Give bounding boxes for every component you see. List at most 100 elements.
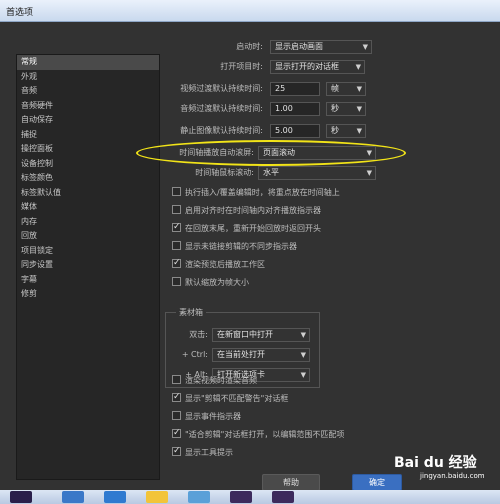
sidebar-item-memory[interactable]: 内存 [17,215,159,230]
bins-ctrl-select[interactable]: 在当前处打开 ▼ [212,348,310,362]
checkbox-show-tooltips[interactable]: 显示工具提示 [172,445,233,459]
startup-select[interactable]: 显示启动画面 ▼ [270,40,372,54]
timeline-scroll-value: 页面滚动 [263,148,295,157]
category-list[interactable]: 常规 外观 音频 音频硬件 自动保存 捕捉 操控面板 设备控制 标签颜色 标签默… [16,54,160,480]
open-project-value: 显示打开的对话框 [275,62,339,71]
sidebar-item-appearance[interactable]: 外观 [17,70,159,85]
startup-value: 显示启动画面 [275,42,323,51]
checkbox-render-audio[interactable]: 渲染视频时渲染音频 [172,374,257,387]
watermark-sub: jingyan.baidu.com [420,472,485,480]
checkbox-return-to-start[interactable]: 在回放末尾，重新开始回放时返回开头 [172,221,321,235]
sidebar-item-label-colors[interactable]: 标签颜色 [17,171,159,186]
checkbox-label: 显示未链接剪辑的不同步指示器 [185,242,297,251]
checkbox-label: 显示工具提示 [185,448,233,457]
app-icon[interactable] [104,491,126,503]
checkbox-label: 渲染视频时渲染音频 [185,376,257,385]
app-icon[interactable] [146,491,168,503]
sidebar-item-audio-hardware[interactable]: 音频硬件 [17,99,159,114]
bins-double-click-value: 在新窗口中打开 [217,330,273,339]
audio-transition-input[interactable]: 1.00 [270,102,320,116]
still-image-unit-select[interactable]: 秒 ▼ [326,124,366,138]
checkbox-label: "适合剪辑"对话框打开，以编辑范围不匹配项 [185,430,345,439]
audio-transition-unit: 秒 [331,104,339,113]
watermark-text: Bai du 经验 [394,455,477,471]
bins-title: 素材箱 [176,307,206,318]
timeline-mouse-value: 水平 [263,168,279,177]
checkbox-box[interactable] [172,411,181,420]
help-button[interactable]: 帮助 [262,474,320,491]
audio-transition-label: 音频过渡默认持续时间: [180,104,263,113]
premiere-window-icon[interactable] [272,491,294,503]
checkbox-label: 渲染预览后播放工作区 [185,260,265,269]
chevron-down-icon: ▼ [355,63,361,71]
sidebar-item-capture[interactable]: 捕捉 [17,128,159,143]
sidebar-item-general[interactable]: 常规 [17,55,159,70]
chevron-down-icon: ▼ [356,127,362,135]
checkbox-snap-playhead[interactable]: 启用对齐时在时间轴内对齐播放指示器 [172,204,321,217]
premiere-app-icon[interactable] [10,491,32,503]
checkbox-label: 显示事件指示器 [185,412,241,421]
checkbox-box[interactable] [172,257,181,270]
audio-transition-unit-select[interactable]: 秒 ▼ [326,102,366,116]
sidebar-item-audio[interactable]: 音频 [17,84,159,99]
checkbox-label: 显示"剪辑不匹配警告"对话框 [185,394,289,403]
premiere-window-icon[interactable] [230,491,252,503]
open-project-select[interactable]: 显示打开的对话框 ▼ [270,60,365,74]
checkbox-box[interactable] [172,277,181,286]
chevron-down-icon: ▼ [362,43,368,51]
checkbox-event-indicators[interactable]: 显示事件指示器 [172,410,241,423]
chevron-down-icon: ▼ [300,351,306,359]
chevron-down-icon: ▼ [356,105,362,113]
checkbox-label: 执行插入/覆盖编辑时，将重点放在时间轴上 [185,188,340,197]
checkbox-box[interactable] [172,221,181,234]
sidebar-item-label-defaults[interactable]: 标签默认值 [17,186,159,201]
sidebar-item-playback[interactable]: 回放 [17,229,159,244]
window-titlebar: 首选项 [0,0,500,22]
checkbox-box[interactable] [172,445,181,458]
checkbox-label: 默认缩放为帧大小 [185,278,249,287]
sidebar-item-sync-settings[interactable]: 同步设置 [17,258,159,273]
checkbox-out-of-sync[interactable]: 显示未链接剪辑的不同步指示器 [172,240,297,253]
bins-double-click-label: 双击: [189,330,208,339]
still-image-unit: 秒 [331,126,339,135]
timeline-mouse-label: 时间轴鼠标滚动: [195,168,254,177]
checkbox-scale-to-frame[interactable]: 默认缩放为帧大小 [172,276,249,289]
app-icon[interactable] [188,491,210,503]
timeline-mouse-select[interactable]: 水平 ▼ [258,166,376,180]
checkbox-box[interactable] [172,427,181,440]
watermark: Bai du 经验 jingyan.baidu.com [390,452,498,490]
chevron-down-icon: ▼ [366,169,372,177]
open-project-label: 打开项目时: [220,62,263,71]
checkbox-box[interactable] [172,187,181,196]
sidebar-item-titler[interactable]: 字幕 [17,273,159,288]
bins-double-click-select[interactable]: 在新窗口中打开 ▼ [212,328,310,342]
sidebar-item-autosave[interactable]: 自动保存 [17,113,159,128]
checkbox-box[interactable] [172,375,181,384]
chevron-down-icon: ▼ [300,331,306,339]
sidebar-item-trim[interactable]: 修剪 [17,287,159,302]
chevron-down-icon: ▼ [300,371,306,379]
checkbox-label: 启用对齐时在时间轴内对齐播放指示器 [185,206,321,215]
checkbox-box[interactable] [172,205,181,214]
window-title: 首选项 [6,8,34,18]
windows-explorer-icon[interactable] [62,491,84,503]
video-transition-unit-select[interactable]: 帧 ▼ [326,82,366,96]
sidebar-item-project-locking[interactable]: 项目锁定 [17,244,159,259]
sidebar-item-device-control[interactable]: 设备控制 [17,157,159,172]
still-image-label: 静止图像默认持续时间: [180,126,263,135]
video-transition-input[interactable]: 25 [270,82,320,96]
timeline-scroll-label: 时间轴播放自动滚屏: [179,148,254,157]
checkbox-fit-clip-dialog[interactable]: "适合剪辑"对话框打开，以编辑范围不匹配项 [172,427,345,441]
still-image-input[interactable]: 5.00 [270,124,320,138]
preferences-dialog: 常规 外观 音频 音频硬件 自动保存 捕捉 操控面板 设备控制 标签颜色 标签默… [0,22,500,491]
timeline-scroll-select[interactable]: 页面滚动 ▼ [258,146,376,160]
checkbox-box[interactable] [172,391,181,404]
checkbox-clip-mismatch-warning[interactable]: 显示"剪辑不匹配警告"对话框 [172,391,289,405]
checkbox-play-work-area[interactable]: 渲染预览后播放工作区 [172,257,265,271]
checkbox-insert-overwrite-focus[interactable]: 执行插入/覆盖编辑时，将重点放在时间轴上 [172,186,340,199]
sidebar-item-media[interactable]: 媒体 [17,200,159,215]
startup-label: 启动时: [236,42,263,51]
checkbox-box[interactable] [172,241,181,250]
taskbar [0,490,500,504]
bins-ctrl-label: + Ctrl: [181,350,208,359]
